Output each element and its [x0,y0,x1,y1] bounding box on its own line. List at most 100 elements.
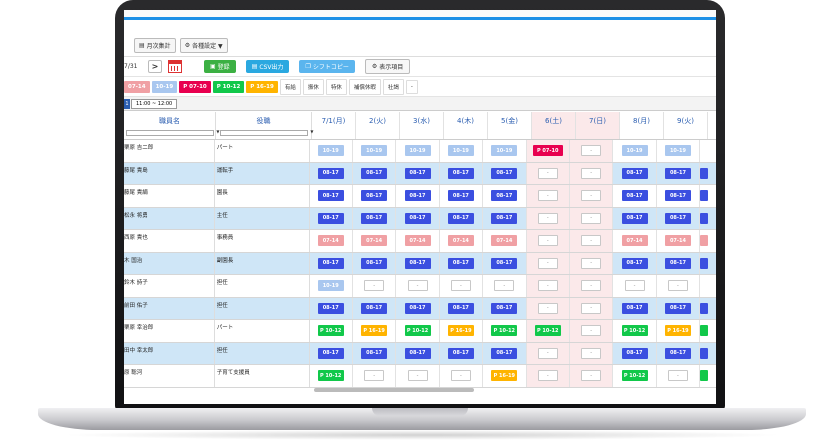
shift-chip[interactable]: - [450,370,471,382]
shift-chip[interactable]: 07-14 [361,235,388,247]
shift-chip[interactable]: - [581,190,602,202]
shift-chip[interactable]: 08-17 [404,302,431,314]
shift-chip[interactable]: - [537,190,558,202]
shift-chip[interactable]: - [581,167,602,179]
legend-p-16-19[interactable]: P 16-19 [246,80,278,93]
shift-chip-partial[interactable] [700,370,709,382]
shift-chip[interactable]: 08-17 [621,257,648,269]
shift-chip[interactable]: 08-17 [664,190,691,202]
staff-name[interactable]: 鈴木 詩子 [124,275,215,297]
shift-chip[interactable]: - [407,370,428,382]
legend-dash[interactable]: - [405,79,418,94]
shift-chip[interactable]: 08-17 [491,190,518,202]
shift-chip[interactable]: 08-17 [664,212,691,224]
staff-name[interactable]: 栗原 吉二郎 [124,140,215,162]
shift-chip[interactable]: 08-17 [491,167,518,179]
shift-chip[interactable]: - [494,280,515,292]
shift-chip[interactable]: 08-17 [664,302,691,314]
shift-chip[interactable]: P 10-12 [621,370,648,382]
time-slot-range[interactable]: 11:00 ~ 12:00 [131,98,178,109]
shift-chip[interactable]: - [581,302,602,314]
shift-chip[interactable]: - [364,280,385,292]
shift-chip[interactable]: - [581,212,602,224]
shift-chip[interactable]: P 07-10 [532,145,563,157]
shift-chip[interactable]: 07-14 [447,235,474,247]
horizontal-scrollbar[interactable] [314,388,474,392]
shift-chip[interactable]: 07-14 [664,235,691,247]
shift-chip[interactable]: 08-17 [664,257,691,269]
legend-paid-leave[interactable]: 有給 [279,78,301,95]
name-filter-input[interactable] [125,129,220,136]
shift-chip[interactable]: 08-17 [621,167,648,179]
legend-compensatory-leave[interactable]: 補償休暇 [348,78,381,95]
shift-chip[interactable]: - [537,280,558,292]
shift-chip[interactable]: 08-17 [404,167,431,179]
shift-chip[interactable]: 08-17 [491,347,518,359]
shift-chip-partial[interactable] [700,212,709,224]
shift-chip[interactable]: 10-19 [491,145,518,157]
shift-chip[interactable]: - [537,167,558,179]
shift-chip[interactable]: - [537,347,558,359]
shift-chip[interactable]: - [624,280,645,292]
monthly-summary-button[interactable]: ▤ 月次集計 [134,38,176,53]
shift-chip[interactable]: 08-17 [317,257,344,269]
legend-special-leave[interactable]: 特休 [325,78,347,95]
shift-chip[interactable]: 10-19 [404,145,431,157]
shift-chip-partial[interactable] [700,257,709,269]
legend-substitute-holiday[interactable]: 振休 [302,78,324,95]
shift-chip[interactable]: P 10-12 [317,325,344,337]
shift-chip-partial[interactable] [700,235,709,247]
shift-chip[interactable]: 08-17 [317,302,344,314]
shift-chip[interactable]: 08-17 [317,212,344,224]
next-month-button[interactable]: > [148,60,162,73]
shift-chip[interactable]: 10-19 [664,145,691,157]
shift-chip[interactable]: 07-14 [621,235,648,247]
register-button[interactable]: ▣ 登録 [204,60,236,73]
shift-chip[interactable]: 08-17 [447,190,474,202]
shift-copy-button[interactable]: ❐ シフトコピー [299,60,355,73]
staff-name[interactable]: 松永 将勇 [124,207,215,229]
legend-other[interactable]: 社謁 [382,78,404,95]
staff-name[interactable]: 栗原 幸治郎 [124,320,215,342]
shift-chip[interactable]: 08-17 [447,167,474,179]
shift-chip[interactable]: 10-19 [317,280,344,292]
shift-chip-partial[interactable] [700,347,709,359]
shift-chip[interactable]: - [581,325,602,337]
calendar-icon[interactable] [168,60,182,73]
shift-chip[interactable]: - [667,280,688,292]
legend-10-19[interactable]: 10-19 [151,80,178,93]
shift-chip[interactable]: 08-17 [664,347,691,359]
shift-chip[interactable]: 08-17 [317,167,344,179]
csv-export-button[interactable]: ▤ CSV出力 [245,60,290,73]
shift-chip[interactable]: 08-17 [404,347,431,359]
shift-chip[interactable]: - [537,302,558,314]
shift-chip[interactable]: - [581,347,602,359]
shift-chip[interactable]: - [581,370,602,382]
settings-dropdown[interactable]: ⚙ 各種設定 ▼ [179,38,228,53]
shift-chip[interactable]: 10-19 [621,145,648,157]
shift-chip[interactable]: 08-17 [621,347,648,359]
shift-chip[interactable]: - [581,280,602,292]
shift-chip[interactable]: 08-17 [491,257,518,269]
staff-name[interactable]: 西原 貴也 [124,230,215,252]
shift-chip[interactable]: P 10-12 [404,325,431,337]
shift-chip-partial[interactable] [700,325,709,337]
staff-name[interactable]: 藤尾 貴絹 [124,185,215,207]
shift-chip[interactable]: - [537,212,558,224]
display-items-button[interactable]: ⚙ 表示項目 [364,59,411,74]
shift-chip[interactable]: 08-17 [447,257,474,269]
staff-name[interactable]: 前田 佑子 [124,297,215,319]
shift-chip[interactable]: P 16-19 [447,325,474,337]
shift-chip[interactable]: P 10-12 [534,325,561,337]
shift-chip[interactable]: - [537,257,558,269]
shift-chip[interactable]: - [537,370,558,382]
shift-chip[interactable]: 08-17 [404,257,431,269]
legend-p-07-10[interactable]: P 07-10 [179,80,211,93]
shift-chip[interactable]: 08-17 [361,257,388,269]
shift-chip[interactable]: 08-17 [361,190,388,202]
shift-chip[interactable]: 07-14 [491,235,518,247]
shift-chip[interactable]: 08-17 [664,167,691,179]
legend-p-10-12[interactable]: P 10-12 [212,80,245,93]
shift-chip[interactable]: P 10-12 [621,325,648,337]
shift-chip[interactable]: 08-17 [447,347,474,359]
